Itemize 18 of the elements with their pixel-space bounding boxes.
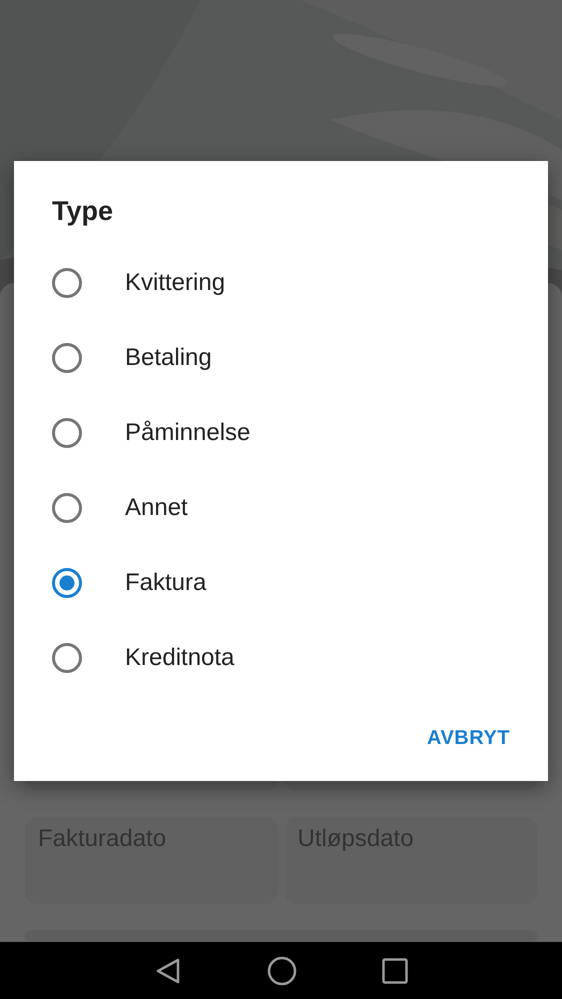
radio-button[interactable] [52,268,82,298]
dialog-title: Type [52,195,114,228]
option-label[interactable]: Kreditnota [125,644,234,672]
radio-button[interactable] [52,418,82,448]
radio-button[interactable] [52,642,82,672]
option-label[interactable]: Annet [125,494,188,522]
cancel-button[interactable]: AVBRYT [415,720,522,756]
option-label[interactable]: Betaling [125,344,212,372]
option-label[interactable]: Faktura [125,568,206,596]
option-label[interactable]: Påminnelse [125,418,250,446]
back-icon[interactable] [154,956,182,984]
text-field[interactable] [25,930,537,942]
radio-button[interactable] [52,492,82,522]
home-icon[interactable] [267,956,297,986]
recents-icon[interactable] [382,958,408,984]
radio-button[interactable] [52,342,82,372]
option-label[interactable]: Kvittering [125,268,226,296]
radio-button[interactable] [52,568,82,598]
